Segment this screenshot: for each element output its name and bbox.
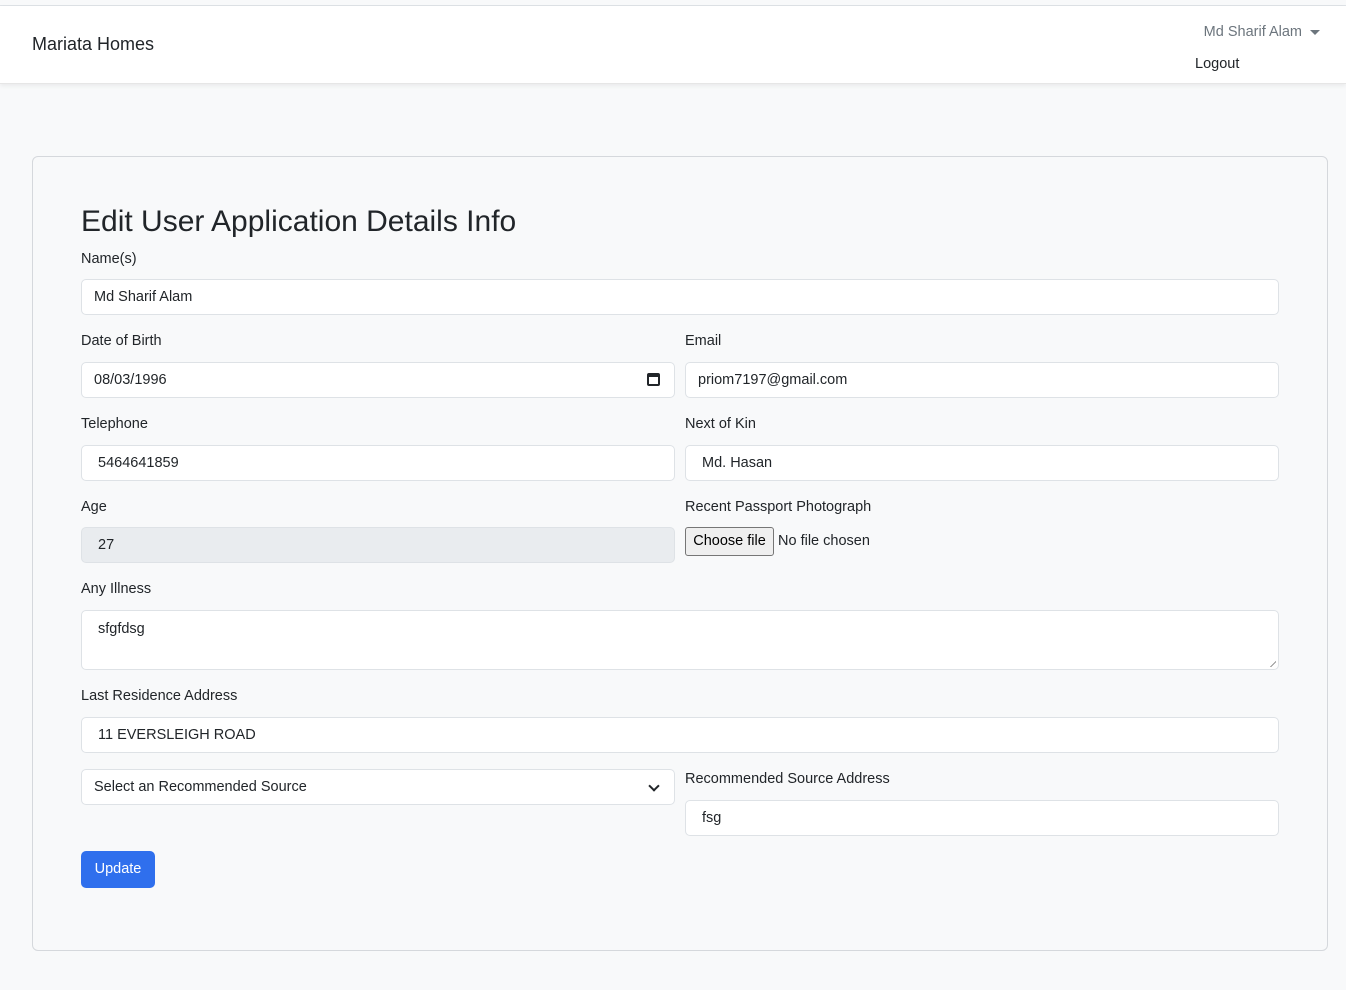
age-value: 27 xyxy=(98,537,115,553)
form-card: Edit User Application Details Info Name(… xyxy=(32,156,1328,951)
last-address-label: Last Residence Address xyxy=(81,688,238,704)
names-label: Name(s) xyxy=(81,251,137,267)
recommended-source-selected: Select an Recommended Source xyxy=(94,779,307,795)
caret-down-icon xyxy=(1310,30,1320,35)
telephone-input[interactable]: 5464641859 xyxy=(81,445,675,481)
names-value: Md Sharif Alam xyxy=(94,289,193,305)
dob-input[interactable]: 08/03/1996 xyxy=(81,362,675,398)
last-address-value: 11 EVERSLEIGH ROAD xyxy=(98,727,256,743)
logout-link[interactable]: Logout xyxy=(1195,56,1239,72)
age-input: 27 xyxy=(81,527,675,563)
email-input[interactable]: priom7197@gmail.com xyxy=(685,362,1279,398)
next-of-kin-input[interactable]: Md. Hasan xyxy=(685,445,1279,481)
next-of-kin-value: Md. Hasan xyxy=(702,455,773,471)
passport-photo-label: Recent Passport Photograph xyxy=(685,499,872,515)
age-label: Age xyxy=(81,499,107,515)
names-input[interactable]: Md Sharif Alam xyxy=(81,279,1279,315)
user-dropdown-toggle[interactable]: Md Sharif Alam xyxy=(1204,24,1320,40)
calendar-icon[interactable] xyxy=(647,373,660,386)
user-name: Md Sharif Alam xyxy=(1203,24,1302,40)
telephone-value: 5464641859 xyxy=(98,455,179,471)
update-button[interactable]: Update xyxy=(81,851,155,888)
email-value: priom7197@gmail.com xyxy=(698,372,848,388)
chevron-down-icon xyxy=(648,780,660,792)
email-label: Email xyxy=(685,333,722,349)
resize-grip-icon[interactable] xyxy=(1270,661,1276,667)
last-address-input[interactable]: 11 EVERSLEIGH ROAD xyxy=(81,717,1279,753)
brand-link[interactable]: Mariata Homes xyxy=(32,34,154,55)
telephone-label: Telephone xyxy=(81,416,148,432)
dob-value: 08/03/1996 xyxy=(94,372,167,388)
recommended-address-label: Recommended Source Address xyxy=(685,771,890,787)
illness-label: Any Illness xyxy=(81,581,152,597)
next-of-kin-label: Next of Kin xyxy=(685,416,756,432)
file-status: No file chosen xyxy=(778,533,870,549)
illness-value: sfgfdsg xyxy=(98,621,145,637)
recommended-source-select[interactable]: Select an Recommended Source xyxy=(81,769,675,805)
choose-file-button[interactable]: Choose file xyxy=(685,527,774,556)
illness-textarea[interactable]: sfgfdsg xyxy=(81,610,1279,670)
recommended-address-input[interactable]: fsg xyxy=(685,800,1279,836)
page-title: Edit User Application Details Info xyxy=(81,205,517,238)
dob-label: Date of Birth xyxy=(81,333,162,349)
navbar: Mariata Homes Md Sharif Alam Logout xyxy=(0,6,1346,84)
recommended-address-value: fsg xyxy=(702,810,722,826)
